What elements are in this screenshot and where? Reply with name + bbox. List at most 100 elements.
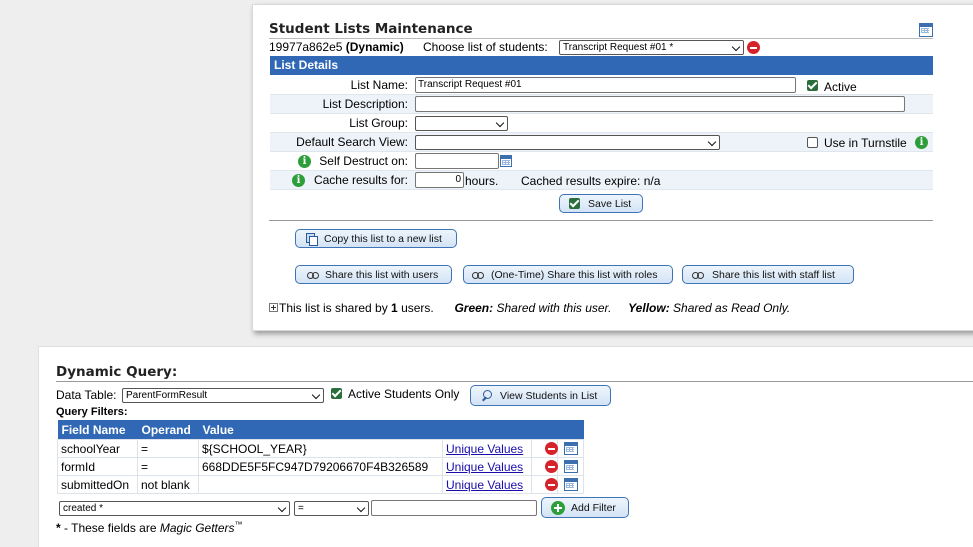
choose-list-label: Choose list of students: [423,40,548,54]
remove-filter-icon[interactable] [545,460,558,473]
filter-operand: = [137,457,199,476]
active-checkbox[interactable] [807,80,818,91]
filter-operand: = [137,439,199,458]
add-filter-button[interactable]: Add Filter [541,497,629,518]
filter-operand: not blank [137,475,199,494]
calendar-icon[interactable] [919,23,933,37]
footnote-em: Magic Getters [159,521,235,535]
filter-value: ${SCHOOL_YEAR} [198,439,443,458]
table-row: schoolYear = ${SCHOOL_YEAR} Unique Value… [57,439,584,458]
calendar-icon[interactable] [564,460,578,473]
new-filter-operand-select[interactable]: = [294,501,369,516]
remove-filter-icon[interactable] [545,442,558,455]
default-search-view-row: Default Search View: Use in Turnstile i [270,133,933,152]
list-type: (Dynamic) [345,40,404,54]
table-row: submittedOn not blank Unique Values [57,475,584,494]
magic-getters-footnote: * - These fields are Magic Getters™ [56,520,243,535]
data-table-select[interactable]: ParentFormResult [122,388,324,403]
new-filter-operand-value: = [298,503,304,514]
view-students-label: View Students in List [500,390,598,402]
list-group-row: List Group: [270,114,933,133]
copy-list-label: Copy this list to a new list [324,233,442,245]
copy-list-button[interactable]: Copy this list to a new list [295,229,457,248]
add-icon [551,501,565,515]
list-group-select[interactable] [415,116,508,131]
share-users-button[interactable]: Share this list with users [295,265,452,284]
title-divider-right [901,38,933,39]
col-value: Value [198,420,443,440]
add-filter-label: Add Filter [571,502,616,514]
legend-yellow-label: Yellow: [628,301,670,315]
footnote-tm: ™ [234,520,243,529]
title-divider [269,38,901,39]
list-description-row: List Description: [270,95,933,114]
active-students-checkbox[interactable] [331,388,342,399]
share-staff-button[interactable]: Share this list with staff list [682,265,854,284]
choose-list-select[interactable]: Transcript Request #01 * [559,40,744,55]
unique-values-link[interactable]: Unique Values [446,442,523,456]
legend-green-label: Green: [454,301,494,315]
list-group-label: List Group: [349,116,408,130]
query-title: Dynamic Query: [56,364,178,380]
default-search-view-select[interactable] [415,135,720,150]
save-check-icon [569,198,580,209]
date-picker-icon[interactable] [500,155,512,167]
list-name-row: List Name: Transcript Request #01 Active [270,76,933,95]
query-divider [56,381,973,382]
expand-icon[interactable] [269,303,278,312]
save-list-button[interactable]: Save List [559,194,643,213]
calendar-icon[interactable] [564,442,578,455]
cache-hours-input[interactable]: 0 [415,172,464,188]
cached-expire-text: Cached results expire: n/a [521,174,661,188]
new-filter-value-input[interactable] [371,500,537,516]
binoculars-icon [307,271,319,279]
unique-values-link[interactable]: Unique Values [446,460,523,474]
query-filters-label: Query Filters: [56,406,128,418]
unique-values-link[interactable]: Unique Values [446,478,523,492]
filter-value: 668DDE5F5FC947D79206670F4B326589 [198,457,443,476]
active-students-label: Active Students Only [348,387,460,401]
share-roles-button[interactable]: (One-Time) Share this list with roles [463,265,673,284]
use-in-turnstile-checkbox[interactable] [807,137,818,148]
list-details-header: List Details [270,56,933,75]
filter-field: submittedOn [57,475,138,494]
new-filter-field-select[interactable]: created * [59,501,290,516]
self-destruct-label: Self Destruct on: [319,154,408,168]
student-lists-panel: Student Lists Maintenance 19977a862e5 (D… [252,4,973,331]
remove-filter-icon[interactable] [545,478,558,491]
list-description-label: List Description: [322,97,408,111]
filter-value [198,475,443,494]
calendar-icon[interactable] [564,478,578,491]
view-students-button[interactable]: View Students in List [470,385,611,406]
col-operand: Operand [137,420,199,440]
data-table-label: Data Table: [56,388,117,402]
dynamic-query-panel: Dynamic Query: Data Table: ParentFormRes… [38,346,973,547]
legend-yellow-text: Shared as Read Only. [673,301,791,315]
section-divider [269,220,933,221]
copy-icon [306,233,318,246]
share-users-label: Share this list with users [325,269,439,281]
delete-list-icon[interactable] [747,41,760,54]
choose-list-value: Transcript Request #01 * [563,42,674,53]
list-description-input[interactable] [415,96,905,112]
active-label: Active [824,80,857,94]
turnstile-info-icon[interactable]: i [915,136,928,149]
cache-results-label: Cache results for: [313,173,408,187]
footnote-text: - These fields are [60,521,160,535]
cache-results-row: i Cache results for: 0 hours. Cached res… [270,171,933,190]
hours-label: hours. [465,174,499,188]
default-search-view-label: Default Search View: [296,135,408,149]
use-in-turnstile-label: Use in Turnstile [824,136,907,150]
list-name-input[interactable]: Transcript Request #01 [415,77,796,93]
list-name-label: List Name: [350,78,408,92]
shared-info: This list is shared by 1 users. Green: S… [269,301,790,315]
query-filters-table: Field Name Operand Value schoolYear = ${… [57,420,584,494]
new-filter-field-value: created * [63,503,104,514]
share-staff-label: Share this list with staff list [712,269,835,281]
filter-field: formId [57,457,138,476]
list-id: 19977a862e5 [269,40,343,54]
col-field-name: Field Name [57,420,138,440]
shared-prefix: This list is shared by [279,301,388,315]
self-destruct-date-input[interactable] [415,153,499,169]
binoculars-icon [692,271,704,279]
